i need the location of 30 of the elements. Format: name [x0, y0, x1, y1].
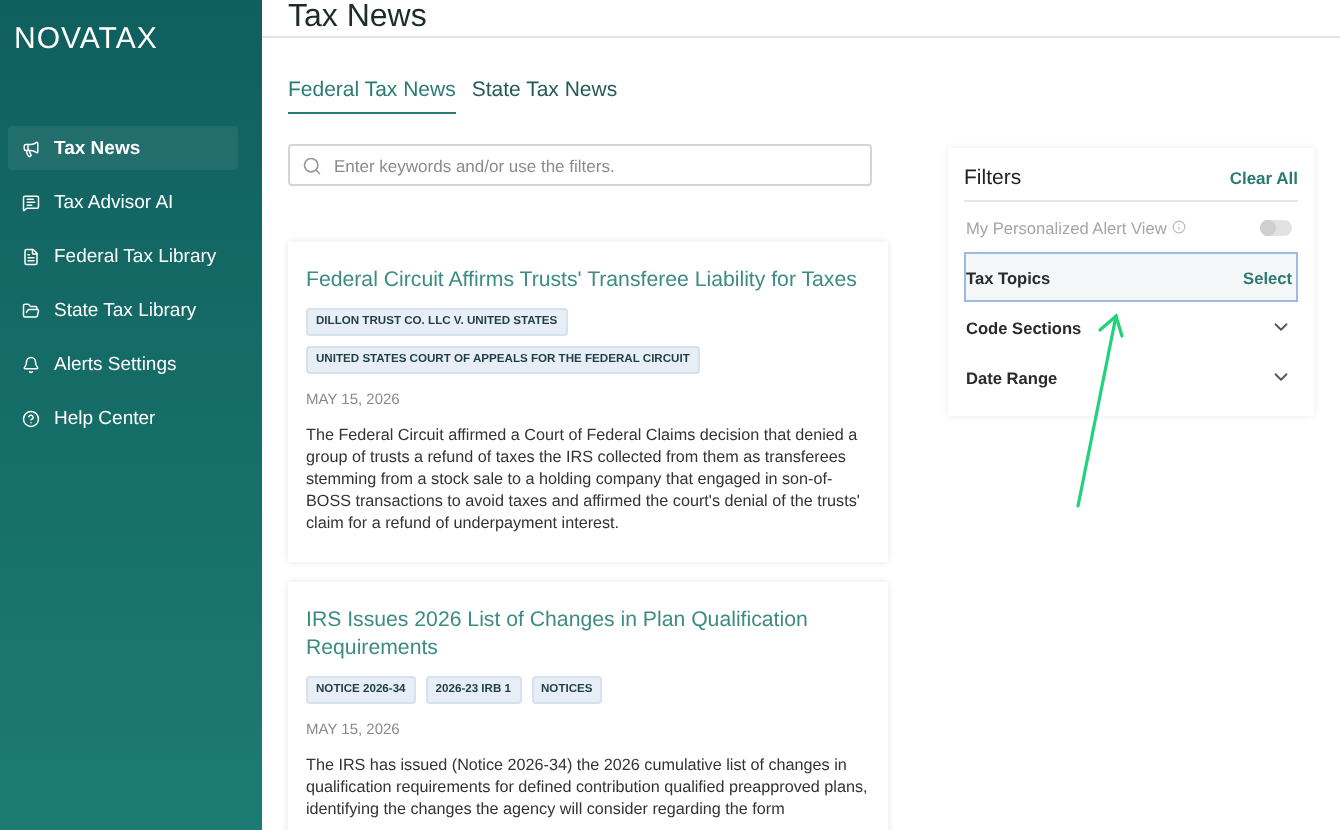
article-summary: The IRS has issued (Notice 2026-34) the 2026 cumulative list of changes in qualification requirements for defined contribution qualified preapproved plans, identifying the changes the agency will consider regarding the form [306, 754, 870, 820]
sidebar-item[interactable]: Tax News [8, 126, 238, 170]
clear-all-link[interactable]: Clear All [1229, 168, 1298, 188]
tab[interactable]: State Tax News [471, 78, 618, 114]
search-field[interactable]: Enter keywords and/or use the filters. [288, 144, 872, 186]
sidebar-item[interactable]: Alerts Settings [8, 342, 238, 386]
sidebar-item[interactable]: State Tax Library [8, 288, 238, 332]
sidebar-item[interactable]: Tax Advisor AI [8, 180, 238, 224]
search-icon [302, 155, 322, 175]
filter-row[interactable]: Date Range [964, 352, 1298, 402]
help-icon [22, 409, 40, 427]
filters-title: Filters [964, 166, 1022, 190]
article-title[interactable]: Federal Circuit Affirms Trusts' Transferee Liability for Taxes [306, 266, 857, 294]
folder-icon [22, 301, 40, 319]
info-icon [1172, 220, 1187, 234]
article-summary: The Federal Circuit affirmed a Court of Federal Claims decision that denied a group of trusts a refund of taxes the IRS collected from them as transferees stemming from a stock sale to a holding company that engaged in son-of-BOSS transactions to avoid taxes and affirmed the court's denial of the trusts' claim for a refund of underpayment interest. [306, 424, 862, 534]
megaphone-icon [22, 139, 40, 157]
chat-icon [22, 193, 40, 211]
article-title[interactable]: IRS Issues 2026 List of Changes in Plan Qualification Requirements [306, 606, 870, 662]
toggle-switch[interactable] [1260, 219, 1292, 235]
sidebar-item[interactable]: Federal Tax Library [8, 234, 238, 278]
bell-icon [22, 355, 40, 373]
logo: NOVATAX [12, 24, 160, 56]
filter-row[interactable]: Tax Topics Select [964, 252, 1298, 302]
document-icon [22, 247, 40, 265]
tab[interactable]: Federal Tax News [288, 78, 456, 114]
page-title: Tax News [288, 0, 427, 36]
sidebar-item[interactable]: Help Center [8, 396, 238, 440]
filter-row[interactable]: Code Sections [964, 302, 1298, 352]
alert-view-label: My Personalized Alert View [966, 217, 1187, 237]
